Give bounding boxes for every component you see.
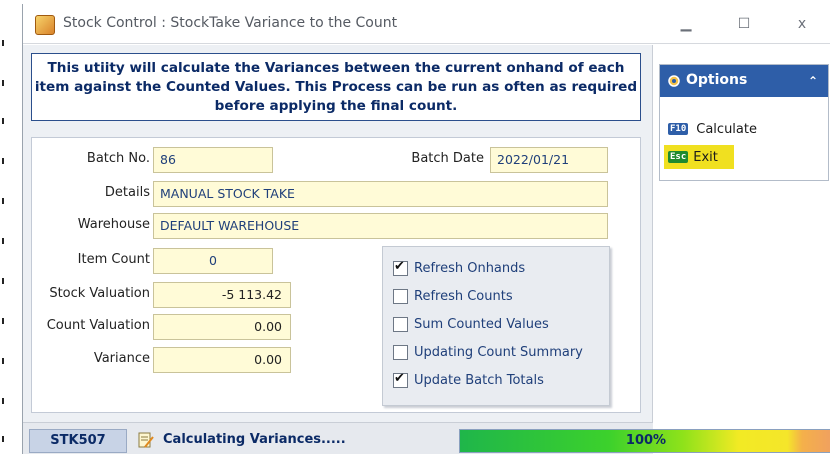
checkbox-label: Sum Counted Values	[414, 316, 549, 332]
checkbox-label: Update Batch Totals	[414, 372, 544, 388]
batch-no-label: Batch No.	[86, 151, 150, 166]
window-title: Stock Control : StockTake Variance to th…	[63, 15, 398, 31]
close-button[interactable]: x	[773, 4, 830, 44]
maximize-icon: ☐	[737, 16, 751, 32]
batch-details-panel: Batch No. 86 Batch Date 2022/01/21 Detai…	[31, 137, 641, 413]
status-message: Calculating Variances.....	[163, 432, 346, 447]
checkbox-label: Refresh Counts	[414, 288, 513, 304]
checkbox-unchecked-icon	[393, 288, 408, 304]
checkbox-unchecked-icon	[393, 344, 408, 360]
stock-valuation-label: Stock Valuation	[49, 286, 150, 301]
refresh-onhands-checkbox[interactable]: Refresh Onhands	[393, 257, 525, 279]
exit-button[interactable]: Esc Exit	[664, 145, 734, 169]
minimize-button[interactable]: ▁	[657, 4, 715, 44]
banner-text: This utiity will calculate the Variances…	[34, 60, 638, 114]
options-title: Options	[686, 72, 748, 88]
count-valuation-label: Count Valuation	[46, 318, 150, 333]
progress-text: 100%	[625, 433, 667, 448]
stocktake-variance-window: Stock Control : StockTake Variance to th…	[22, 4, 830, 454]
calculate-button[interactable]: F10 Calculate	[668, 117, 757, 141]
variance-field: 0.00	[153, 347, 291, 373]
app-icon	[35, 15, 55, 35]
collapse-chevron-icon[interactable]: ⌃	[808, 74, 818, 88]
update-batch-totals-checkbox[interactable]: Update Batch Totals	[393, 369, 544, 391]
process-options-group: Refresh Onhands Refresh Counts Sum Count…	[382, 246, 610, 406]
count-valuation-field: 0.00	[153, 314, 291, 340]
info-banner: This utiity will calculate the Variances…	[31, 53, 641, 121]
batch-date-label: Batch Date	[411, 151, 484, 166]
warehouse-field[interactable]: DEFAULT WAREHOUSE	[153, 213, 608, 239]
main-area: This utiity will calculate the Variances…	[23, 45, 830, 454]
refresh-counts-checkbox[interactable]: Refresh Counts	[393, 285, 513, 307]
title-bar[interactable]: Stock Control : StockTake Variance to th…	[23, 4, 830, 44]
checkbox-checked-icon	[393, 259, 408, 276]
options-panel: Options ⌃ F10 Calculate Esc Exit	[659, 64, 829, 181]
checkbox-label: Updating Count Summary	[414, 344, 583, 360]
status-bar: STK507 Calculating Variances..... 100%	[23, 422, 830, 454]
details-field[interactable]: MANUAL STOCK TAKE	[153, 181, 608, 207]
item-count-field: 0	[153, 248, 273, 274]
checkbox-unchecked-icon	[393, 316, 408, 332]
calculate-label: Calculate	[696, 121, 757, 137]
esc-key-icon: Esc	[668, 151, 689, 163]
options-gear-icon	[668, 75, 680, 87]
left-edge-marks	[0, 0, 6, 454]
close-icon: x	[797, 16, 807, 32]
minimize-icon: ▁	[680, 16, 692, 32]
checkbox-label: Refresh Onhands	[414, 260, 526, 276]
details-label: Details	[104, 185, 150, 200]
stock-valuation-field: -5 113.42	[153, 282, 291, 308]
item-count-label: Item Count	[77, 252, 150, 267]
f10-key-icon: F10	[668, 123, 689, 135]
batch-no-field[interactable]: 86	[153, 147, 273, 173]
warehouse-label: Warehouse	[77, 217, 150, 232]
exit-label: Exit	[693, 149, 718, 165]
maximize-button[interactable]: ☐	[715, 4, 773, 44]
batch-date-field[interactable]: 2022/01/21	[490, 147, 608, 173]
variance-label: Variance	[93, 351, 150, 366]
progress-bar: 100%	[459, 429, 830, 453]
form-code-badge: STK507	[29, 429, 127, 453]
updating-count-summary-checkbox[interactable]: Updating Count Summary	[393, 341, 583, 363]
notepad-pencil-icon	[138, 432, 154, 448]
options-header[interactable]: Options ⌃	[660, 65, 828, 97]
checkbox-checked-icon	[393, 371, 408, 388]
sum-counted-values-checkbox[interactable]: Sum Counted Values	[393, 313, 549, 335]
